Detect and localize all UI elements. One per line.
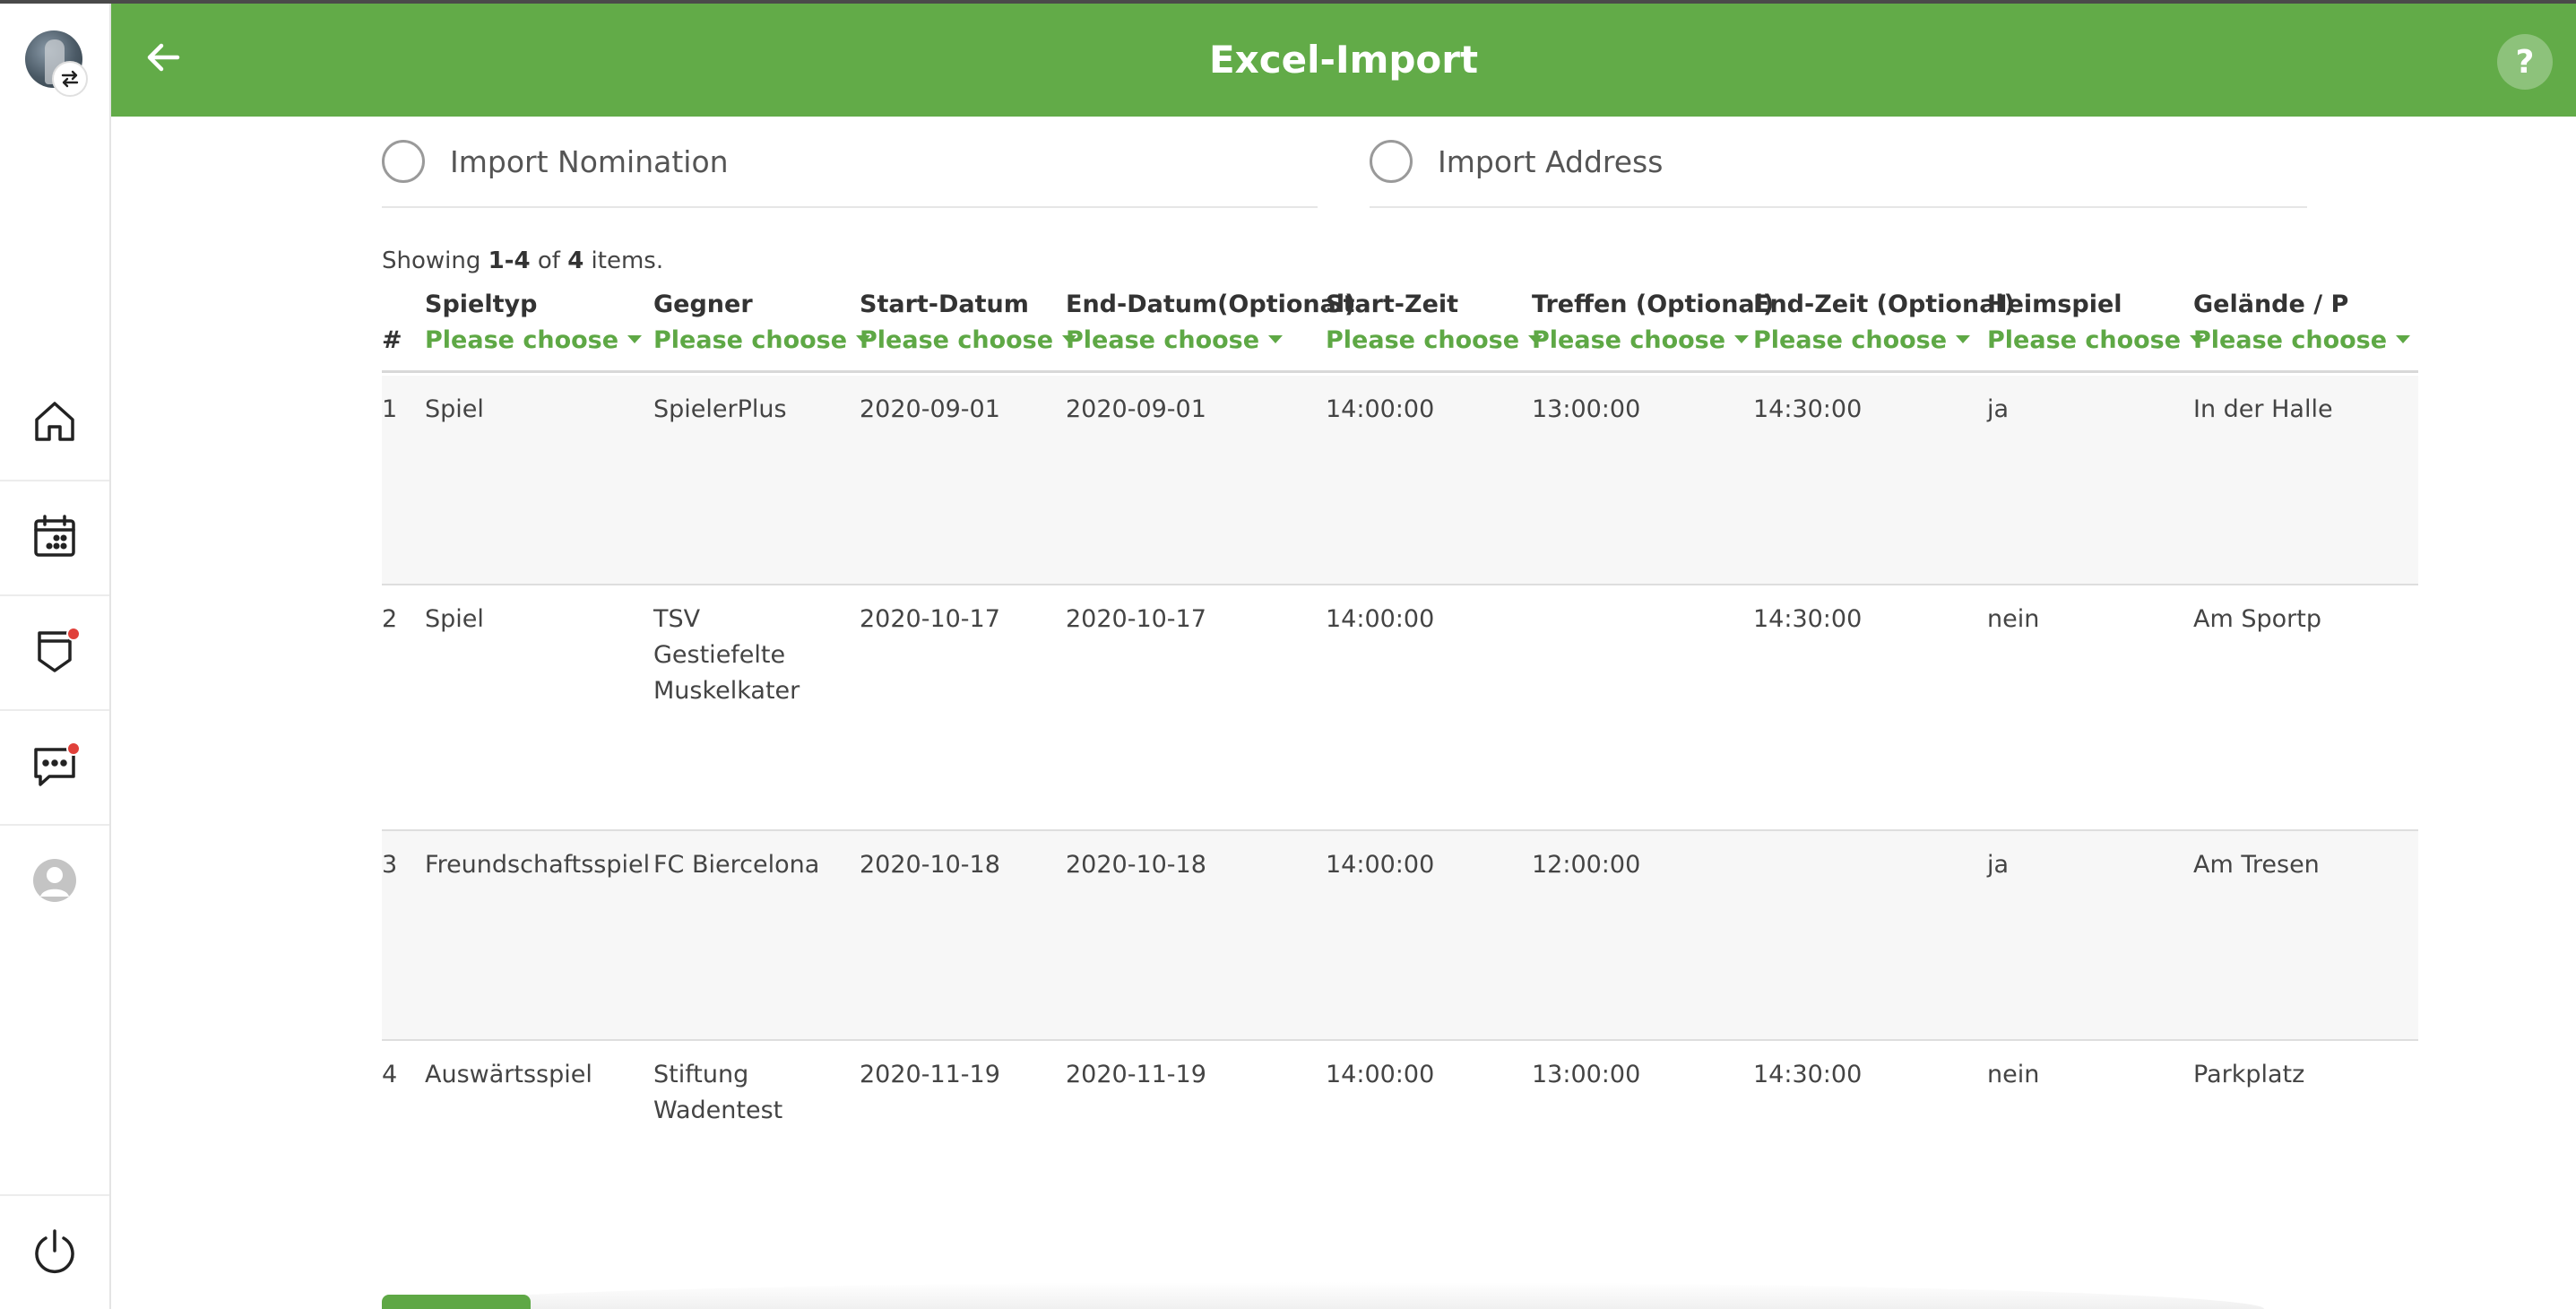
page-title: Excel-Import [1208, 38, 1479, 82]
cell-start-datum: 2020-09-01 [860, 395, 1000, 423]
column-mapping-dropdown[interactable]: Please choose [2193, 326, 2411, 354]
window-top-edge [0, 0, 2576, 4]
sidebar-item-calendar[interactable] [0, 481, 109, 594]
cell-gegner: SpielerPlus [653, 395, 787, 423]
import-table: # Spieltyp Please choose Gegner Please c… [382, 287, 2418, 1309]
power-icon [30, 1226, 80, 1280]
sidebar-item-profile[interactable] [0, 826, 109, 939]
cell-end-zeit: 14:30:00 [1753, 395, 1863, 423]
cell-gelaende: Am Tresen [2193, 851, 2320, 879]
import-nomination-option[interactable]: Import Nomination [382, 117, 1318, 208]
cell-index: 1 [382, 395, 398, 423]
caret-down-icon [1268, 335, 1284, 343]
caret-down-icon [1734, 335, 1750, 343]
switch-team-icon[interactable] [52, 61, 88, 97]
column-mapping-dropdown[interactable]: Please choose [1987, 326, 2205, 354]
cell-end-datum: 2020-10-18 [1066, 851, 1206, 879]
cell-gelaende: In der Halle [2193, 395, 2333, 423]
cell-start-datum: 2020-10-18 [860, 851, 1000, 879]
cell-start-zeit: 14:00:00 [1326, 1061, 1435, 1088]
column-mapping-dropdown[interactable]: Please choose [1753, 326, 1971, 354]
cell-gegner: FC Biercelona [653, 851, 820, 879]
cell-end-datum: 2020-11-19 [1066, 1061, 1206, 1088]
table-row: 3 Freundschaftsspiel FC Biercelona 2020-… [382, 831, 2418, 1041]
cell-treffen: 12:00:00 [1532, 851, 1641, 879]
cell-start-zeit: 14:00:00 [1326, 851, 1435, 879]
cell-gegner: Stiftung Wadentest [653, 1061, 783, 1124]
items-summary: Showing 1-4 of 4 items. [382, 247, 664, 274]
column-mapping-dropdown[interactable]: Please choose [1326, 326, 1543, 354]
cell-heimspiel: nein [1987, 605, 2040, 633]
cell-spieltyp: Spiel [425, 605, 484, 633]
cell-start-zeit: 14:00:00 [1326, 395, 1435, 423]
cell-spieltyp: Freundschaftsspiel [425, 851, 651, 879]
cell-end-zeit: 14:30:00 [1753, 605, 1863, 633]
import-address-option[interactable]: Import Address [1370, 117, 2307, 208]
column-mapping-dropdown[interactable]: Please choose [425, 326, 643, 354]
table-row: 2 Spiel TSV Gestiefelte Muskelkater 2020… [382, 585, 2418, 831]
table-row: 4 Auswärtsspiel Stiftung Wadentest 2020-… [382, 1041, 2418, 1287]
question-icon: ? [2515, 43, 2535, 81]
main-content: Import Nomination Import Address Showing… [111, 117, 2576, 1309]
cell-treffen: 13:00:00 [1532, 1061, 1641, 1088]
column-mapping-dropdown[interactable]: Please choose [1532, 326, 1750, 354]
table-header: # Spieltyp Please choose Gegner Please c… [382, 287, 2418, 373]
cell-heimspiel: ja [1987, 851, 2010, 879]
cell-start-zeit: 14:00:00 [1326, 605, 1435, 633]
import-address-label: Import Address [1438, 143, 1664, 179]
cell-index: 4 [382, 1061, 398, 1088]
caret-down-icon [627, 335, 643, 343]
calendar-icon [30, 511, 80, 566]
caret-down-icon [2396, 335, 2411, 343]
cell-gelaende: Am Sportp [2193, 605, 2321, 633]
cell-gegner: TSV Gestiefelte Muskelkater [653, 605, 800, 705]
help-button[interactable]: ? [2497, 34, 2553, 90]
import-nomination-label: Import Nomination [450, 143, 729, 179]
notification-badge [66, 741, 81, 756]
cell-start-datum: 2020-11-19 [860, 1061, 1000, 1088]
sidebar-item-chat[interactable] [0, 711, 109, 824]
cell-heimspiel: ja [1987, 395, 2010, 423]
table-row: 1 Spiel SpielerPlus 2020-09-01 2020-09-0… [382, 376, 2418, 585]
cell-end-datum: 2020-10-17 [1066, 605, 1206, 633]
column-mapping-dropdown[interactable]: Please choose [1066, 326, 1284, 354]
import-button[interactable] [382, 1295, 531, 1309]
cell-spieltyp: Auswärtsspiel [425, 1061, 592, 1088]
cell-index: 3 [382, 851, 398, 879]
cell-start-datum: 2020-10-17 [860, 605, 1000, 633]
cell-spieltyp: Spiel [425, 395, 484, 423]
cell-index: 2 [382, 605, 398, 633]
sidebar-item-home[interactable] [0, 367, 109, 480]
column-mapping-dropdown[interactable]: Please choose [653, 326, 871, 354]
logout-button[interactable] [0, 1194, 109, 1309]
column-mapping-dropdown[interactable]: Please choose [860, 326, 1077, 354]
user-icon [31, 857, 78, 908]
cell-treffen: 13:00:00 [1532, 395, 1641, 423]
import-address-radio[interactable] [1370, 140, 1413, 183]
notification-badge [66, 627, 81, 641]
cell-end-zeit: 14:30:00 [1753, 1061, 1863, 1088]
caret-down-icon [1956, 335, 1971, 343]
cell-gelaende: Parkplatz [2193, 1061, 2305, 1088]
cell-end-datum: 2020-09-01 [1066, 395, 1206, 423]
sidebar-item-notes[interactable] [0, 596, 109, 709]
import-nomination-radio[interactable] [382, 140, 425, 183]
home-icon [30, 396, 80, 451]
cell-heimspiel: nein [1987, 1061, 2040, 1088]
sidebar [0, 0, 111, 1309]
app-header: Excel-Import ? [111, 4, 2576, 117]
